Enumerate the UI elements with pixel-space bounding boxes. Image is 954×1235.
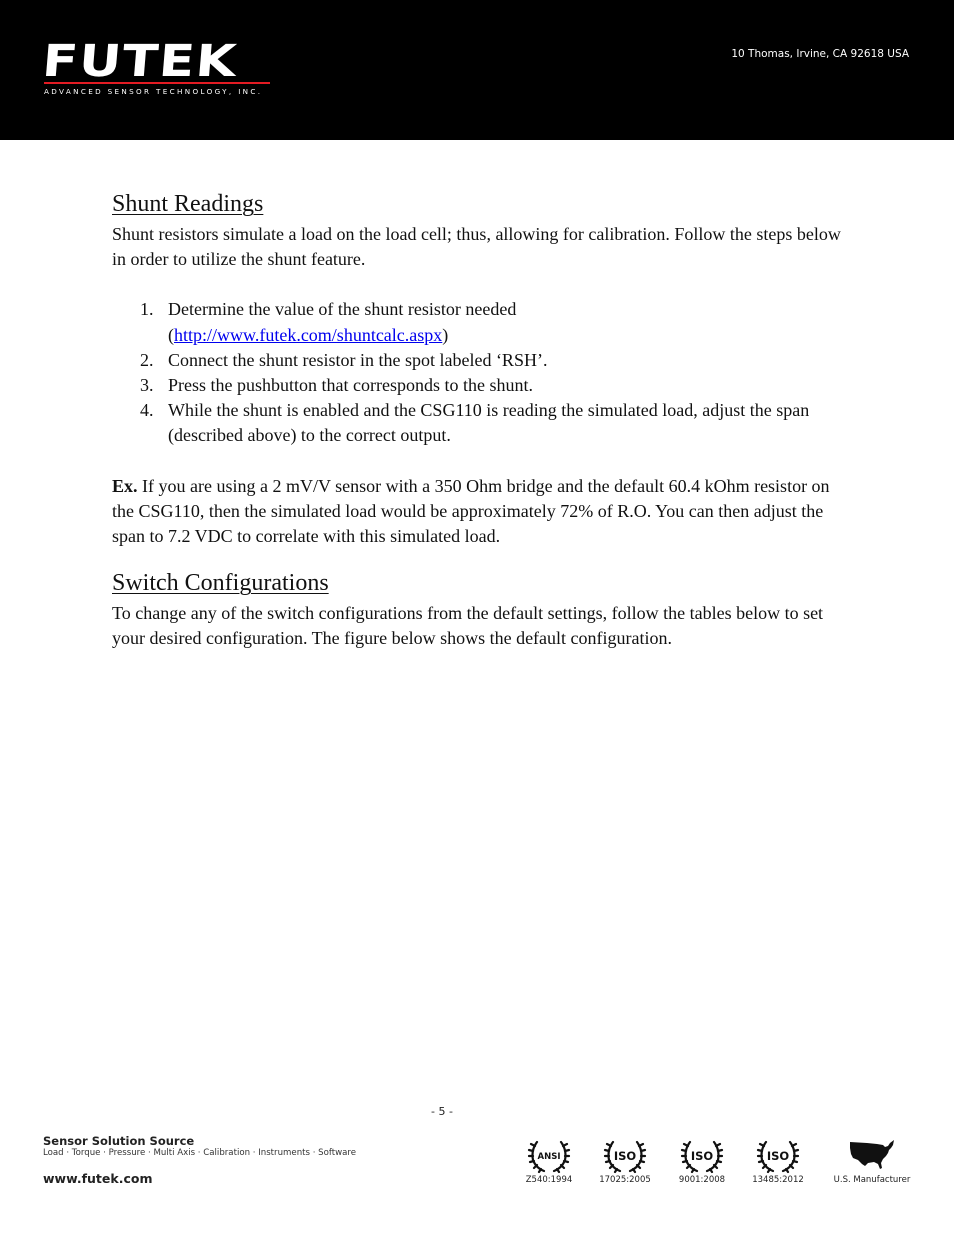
certification-ansi: ANSI Z540:1994	[509, 1136, 589, 1185]
badge-label: ISO	[691, 1149, 714, 1163]
footer-branding: Sensor Solution Source Load · Torque · P…	[43, 1134, 356, 1187]
shunt-intro-paragraph: Shunt resistors simulate a load on the l…	[112, 224, 841, 270]
cert-code: 17025:2005	[599, 1175, 651, 1185]
cert-code: 9001:2008	[678, 1175, 726, 1185]
page-header: FUTEK ADVANCED SENSOR TECHNOLOGY, INC. 1…	[0, 0, 954, 140]
footer-website-link[interactable]: www.futek.com	[43, 1171, 356, 1187]
logo-red-bar	[44, 82, 270, 84]
example-paragraph: Ex. If you are using a 2 mV/V sensor wit…	[112, 474, 842, 550]
futek-logo: FUTEK ADVANCED SENSOR TECHNOLOGY, INC.	[40, 36, 272, 96]
laurel-badge-icon: ISO	[680, 1140, 724, 1174]
shunt-calc-link[interactable]: http://www.futek.com/shuntcalc.aspx	[174, 325, 442, 345]
us-manufacturer-label: U.S. Manufacturer	[833, 1175, 911, 1185]
footer-title: Sensor Solution Source	[43, 1134, 195, 1148]
company-address: 10 Thomas, Irvine, CA 92618 USA	[731, 48, 909, 60]
logo-wordmark: FUTEK	[40, 36, 240, 87]
cert-code: 13485:2012	[752, 1175, 804, 1185]
footer-subtitle: Load · Torque · Pressure · Multi Axis · …	[43, 1148, 357, 1158]
list-item: 4. While the shunt is enabled and the CS…	[112, 398, 842, 448]
example-text: If you are using a 2 mV/V sensor with a …	[112, 475, 830, 547]
step-number: 3.	[140, 375, 154, 396]
cert-code: Z540:1994	[525, 1175, 573, 1185]
logo-tagline: ADVANCED SENSOR TECHNOLOGY, INC.	[44, 87, 263, 96]
list-item: 2. Connect the shunt resistor in the spo…	[112, 348, 842, 373]
step-text: Connect the shunt resistor in the spot l…	[168, 349, 548, 370]
example-label: Ex.	[112, 475, 138, 496]
badge-label: ISO	[614, 1149, 637, 1163]
step-text: While the shunt is enabled and the CSG11…	[168, 400, 810, 446]
step-number: 4.	[140, 400, 154, 421]
certification-iso-9001: ISO 9001:2008	[662, 1136, 742, 1185]
certification-iso-17025: ISO 17025:2005	[585, 1136, 665, 1185]
switch-intro-paragraph: To change any of the switch configuratio…	[112, 603, 824, 649]
badge-label: ANSI	[538, 1152, 561, 1162]
step-number: 2.	[140, 349, 154, 370]
step-text: Determine the value of the shunt resisto…	[168, 299, 517, 320]
badge-label: ISO	[767, 1149, 790, 1163]
laurel-badge-icon: ISO	[756, 1140, 800, 1174]
shunt-steps-list: 1. Determine the value of the shunt resi…	[112, 297, 842, 448]
step-text: Press the pushbutton that corresponds to…	[168, 375, 533, 396]
list-item: 1. Determine the value of the shunt resi…	[112, 297, 842, 347]
list-item: 3. Press the pushbutton that corresponds…	[112, 373, 842, 398]
document-body: Shunt Readings Shunt resistors simulate …	[112, 188, 842, 652]
laurel-badge-icon: ISO	[603, 1140, 647, 1174]
section-title-shunt-readings: Shunt Readings	[112, 191, 264, 217]
usa-map-icon	[850, 1140, 894, 1169]
page-number: - 5 -	[431, 1105, 453, 1118]
laurel-badge-icon: ANSI	[527, 1140, 571, 1174]
step-number: 1.	[140, 299, 154, 320]
certification-iso-13485: ISO 13485:2012	[738, 1136, 818, 1185]
section-title-switch-configurations: Switch Configurations	[112, 570, 329, 597]
link-close-paren: )	[442, 324, 449, 345]
us-manufacturer-badge: U.S. Manufacturer	[831, 1136, 913, 1185]
